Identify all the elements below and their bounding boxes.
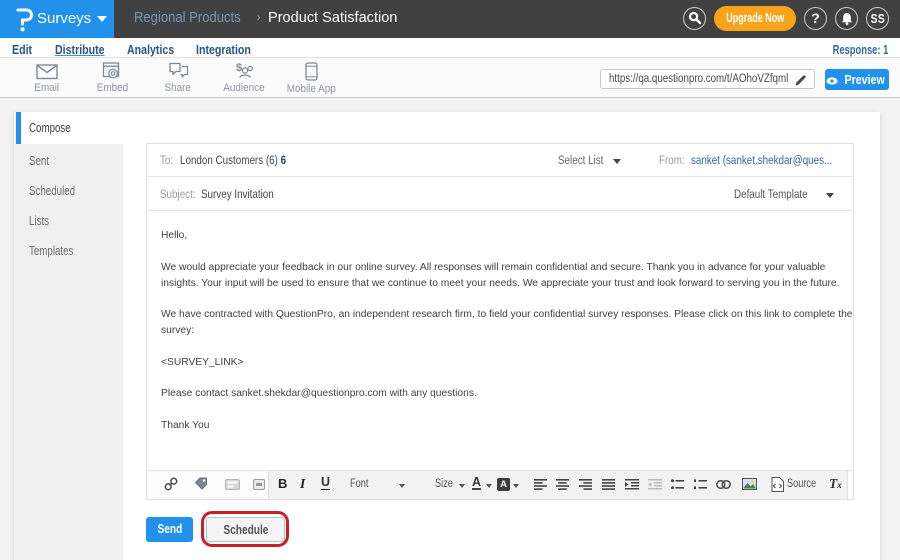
svg-text:$: $ xyxy=(236,62,242,74)
